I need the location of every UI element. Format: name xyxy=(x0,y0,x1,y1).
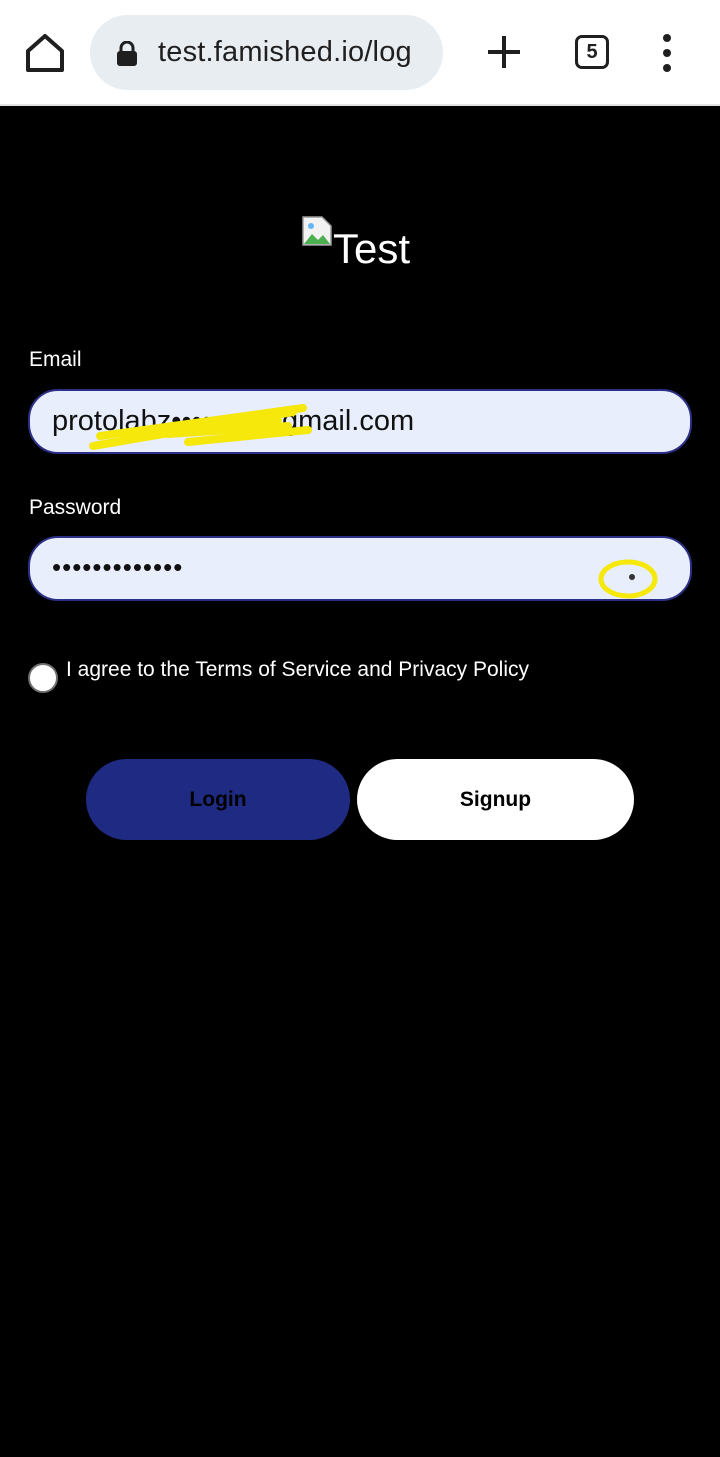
email-value: protolabz••••••••@gmail.com xyxy=(52,405,415,437)
email-label: Email xyxy=(29,348,82,371)
home-icon[interactable] xyxy=(22,30,68,76)
browser-toolbar: test.famished.io/log 5 xyxy=(0,0,720,106)
tab-switcher-button[interactable]: 5 xyxy=(575,35,609,69)
plus-icon[interactable] xyxy=(484,32,524,72)
terms-label: I agree to the Terms of Service and Priv… xyxy=(66,658,529,681)
login-button[interactable]: Login xyxy=(86,759,350,840)
address-bar[interactable]: test.famished.io/log xyxy=(90,15,443,90)
login-button-label: Login xyxy=(189,787,247,811)
tab-count: 5 xyxy=(586,40,598,63)
logo-alt-text: Test xyxy=(333,225,411,272)
terms-checkbox[interactable] xyxy=(28,663,58,693)
signup-button[interactable]: Signup xyxy=(357,759,634,840)
logo: Test xyxy=(302,216,410,272)
lock-icon xyxy=(116,40,138,67)
broken-image-icon xyxy=(302,216,332,246)
more-vert-icon[interactable] xyxy=(655,32,679,76)
email-field[interactable]: protolabz••••••••@gmail.com xyxy=(28,389,692,454)
signup-button-label: Signup xyxy=(459,787,532,811)
password-field[interactable]: ••••••••••••• xyxy=(28,536,692,601)
url-text: test.famished.io/log xyxy=(158,36,412,68)
password-value: ••••••••••••• xyxy=(52,552,184,582)
password-label: Password xyxy=(29,496,122,519)
show-password-icon[interactable] xyxy=(596,556,662,602)
